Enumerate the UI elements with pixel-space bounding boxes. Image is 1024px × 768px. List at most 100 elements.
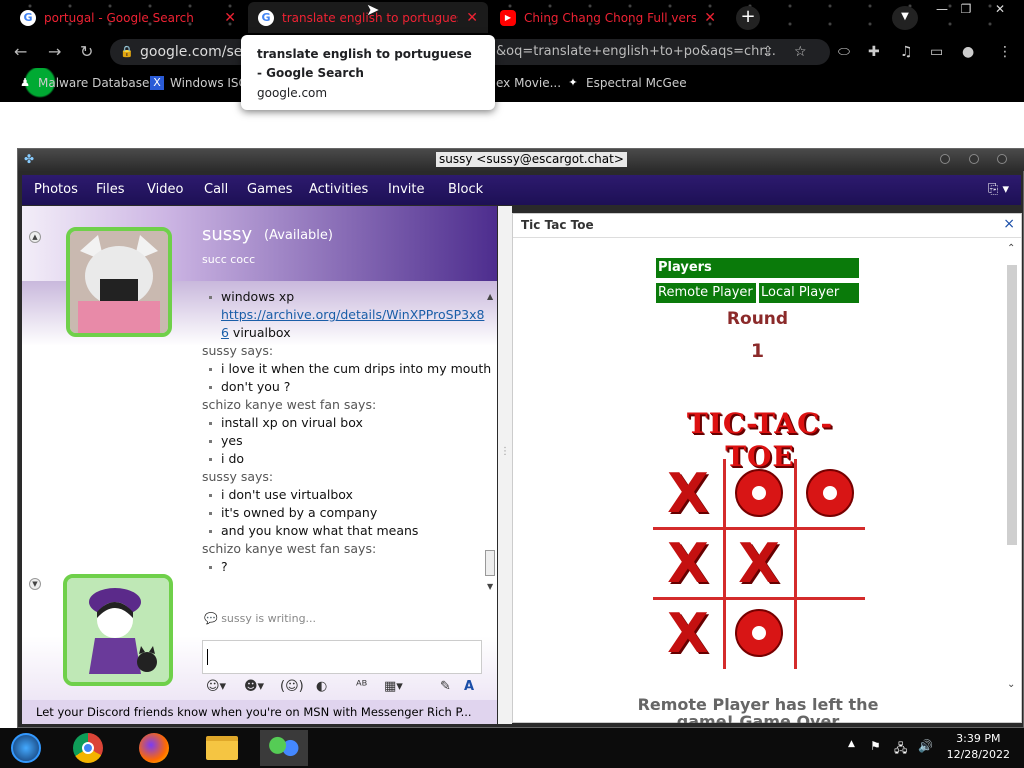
menu-call[interactable]: Call xyxy=(204,182,228,197)
scroll-up-icon[interactable]: ⌃ xyxy=(1007,243,1015,254)
media-icon[interactable]: ♫ xyxy=(900,44,913,60)
menu-kebab-icon[interactable]: ⋮ xyxy=(998,44,1012,60)
close-window-icon[interactable]: ✕ xyxy=(984,0,1016,18)
options-menu-icon[interactable]: ⎘ ▾ xyxy=(988,182,1009,197)
board-cell[interactable]: X xyxy=(724,529,794,597)
share-icon[interactable]: ⇪ xyxy=(762,44,774,60)
board-cell[interactable] xyxy=(795,599,865,667)
forward-icon[interactable]: → xyxy=(48,42,61,61)
tray-overflow-icon[interactable]: ▲ xyxy=(848,739,855,749)
round-number: 1 xyxy=(750,340,765,362)
menu-invite[interactable]: Invite xyxy=(388,182,424,197)
text-caret xyxy=(207,649,208,665)
bookmark-movies[interactable]: ex Movie... xyxy=(496,76,561,90)
my-avatar[interactable] xyxy=(63,574,173,686)
menu-activities[interactable]: Activities xyxy=(309,182,368,197)
conversation-pane: ▲ sussy (Available) succ cocc windows xp… xyxy=(22,206,497,724)
minimize-icon[interactable] xyxy=(940,154,950,164)
remote-player-button[interactable]: Remote Player xyxy=(655,282,757,304)
emoticon-icon[interactable]: ☺▾ xyxy=(206,679,226,694)
close-game-icon[interactable]: × xyxy=(1003,216,1015,232)
chat-scrollbar[interactable]: ▲ ▼ xyxy=(484,292,496,608)
pane-splitter[interactable]: ⋮ xyxy=(498,206,512,724)
window-titlebar[interactable]: ✤ sussy <sussy@escargot.chat> xyxy=(18,149,1024,171)
new-tab-button[interactable]: + xyxy=(736,6,760,30)
board-cell[interactable] xyxy=(795,459,865,527)
handwriting-icon[interactable]: ✎ xyxy=(440,679,451,694)
close-tab-icon[interactable]: ✕ xyxy=(466,10,478,26)
contact-avatar[interactable] xyxy=(66,227,172,337)
round-label: Round xyxy=(726,309,789,329)
system-clock[interactable]: 3:39 PM 12/28/2022 xyxy=(947,731,1010,763)
chrome-icon[interactable] xyxy=(64,730,112,766)
scroll-down-icon[interactable]: ⌄ xyxy=(1007,679,1015,690)
board-cell[interactable] xyxy=(795,529,865,597)
players-label: Players xyxy=(655,257,860,279)
menu-block[interactable]: Block xyxy=(448,182,483,197)
spellcheck-icon[interactable]: ᴬᴮ xyxy=(356,679,367,694)
side-panel-icon[interactable]: ▭ xyxy=(930,44,943,60)
messenger-icon[interactable] xyxy=(260,730,308,766)
bookmark-malware-database[interactable]: ♟ Malware Database xyxy=(18,76,149,90)
scroll-thumb[interactable] xyxy=(485,550,495,576)
volume-icon[interactable]: 🔊 xyxy=(918,739,933,753)
sender-line: sussy says: xyxy=(202,469,274,484)
chat-message-suffix: virualbox xyxy=(228,325,291,340)
firefox-icon[interactable] xyxy=(130,730,178,766)
menu-files[interactable]: Files xyxy=(96,182,125,197)
chat-message: yes xyxy=(202,432,492,450)
back-icon[interactable]: ← xyxy=(14,42,27,61)
message-input[interactable] xyxy=(202,640,482,674)
bookmark-windows-iso[interactable]: X Windows ISO xyxy=(150,76,248,90)
network-icon[interactable]: 🖧 xyxy=(894,739,907,760)
menu-photos[interactable]: Photos xyxy=(34,182,78,197)
scroll-down-icon[interactable]: ▼ xyxy=(487,582,493,591)
maximize-icon[interactable] xyxy=(969,154,979,164)
media-player-icon[interactable] xyxy=(2,730,50,766)
tab-title: Ching Chang Chong Full version (C xyxy=(524,10,697,25)
extension-flag-icon[interactable]: ⬭ xyxy=(838,44,850,60)
collapse-icon[interactable]: ▼ xyxy=(29,578,41,590)
file-explorer-icon[interactable] xyxy=(198,730,246,766)
tab-search-chevron-icon[interactable]: ▼ xyxy=(892,6,918,30)
board-cell[interactable] xyxy=(724,459,794,527)
close-tab-icon[interactable]: ✕ xyxy=(224,10,236,26)
scroll-thumb[interactable] xyxy=(1007,265,1017,545)
game-scrollbar[interactable]: ⌃ ⌄ xyxy=(1005,239,1019,699)
bookmark-label: ex Movie... xyxy=(496,76,562,90)
tab-portugal-search[interactable]: G portugal - Google Search ✕ xyxy=(10,2,246,33)
sender-line: sussy says: xyxy=(202,343,274,358)
close-icon[interactable] xyxy=(997,154,1007,164)
bookmark-espectral-mcgee[interactable]: ✦ Espectral McGee xyxy=(566,76,686,90)
profile-icon[interactable]: ● xyxy=(962,44,974,60)
wink-icon[interactable]: ☻▾ xyxy=(244,679,264,694)
x-mark: X xyxy=(667,601,709,665)
board-cell[interactable]: X xyxy=(653,459,723,527)
board-cell[interactable]: X xyxy=(653,599,723,667)
star-icon[interactable]: ☆ xyxy=(794,44,807,60)
close-tab-icon[interactable]: ✕ xyxy=(704,10,716,26)
menu-games[interactable]: Games xyxy=(247,182,292,197)
puzzle-icon[interactable]: ✚ xyxy=(868,44,880,60)
collapse-icon[interactable]: ▲ xyxy=(29,231,41,243)
messenger-conversation-window: ✤ sussy <sussy@escargot.chat> Photos Fil… xyxy=(17,148,1024,728)
scroll-up-icon[interactable]: ▲ xyxy=(487,292,493,301)
restore-icon[interactable]: ❐ xyxy=(950,0,982,18)
local-player-button[interactable]: Local Player xyxy=(758,282,860,304)
reload-icon[interactable]: ↻ xyxy=(80,42,93,61)
board-cell[interactable] xyxy=(724,599,794,667)
site-icon: ✦ xyxy=(568,76,578,89)
font-icon[interactable]: A xyxy=(464,679,474,694)
chat-message: windows xp xyxy=(202,288,492,306)
board-cell[interactable]: X xyxy=(653,529,723,597)
chat-message: and you know what that means xyxy=(202,522,492,540)
x-mark: X xyxy=(667,531,709,595)
menu-video[interactable]: Video xyxy=(147,182,183,197)
window-title: sussy <sussy@escargot.chat> xyxy=(436,152,627,167)
nudge-icon[interactable]: (☺) xyxy=(280,679,304,694)
background-icon[interactable]: ▦▾ xyxy=(384,679,403,694)
ad-banner[interactable]: Let your Discord friends know when you'r… xyxy=(22,700,497,724)
tab-youtube-video[interactable]: ▶ Ching Chang Chong Full version (C ✕ xyxy=(490,2,726,33)
voice-clip-icon[interactable]: ◐ xyxy=(316,679,327,694)
action-center-flag-icon[interactable]: ⚑ xyxy=(870,739,881,753)
